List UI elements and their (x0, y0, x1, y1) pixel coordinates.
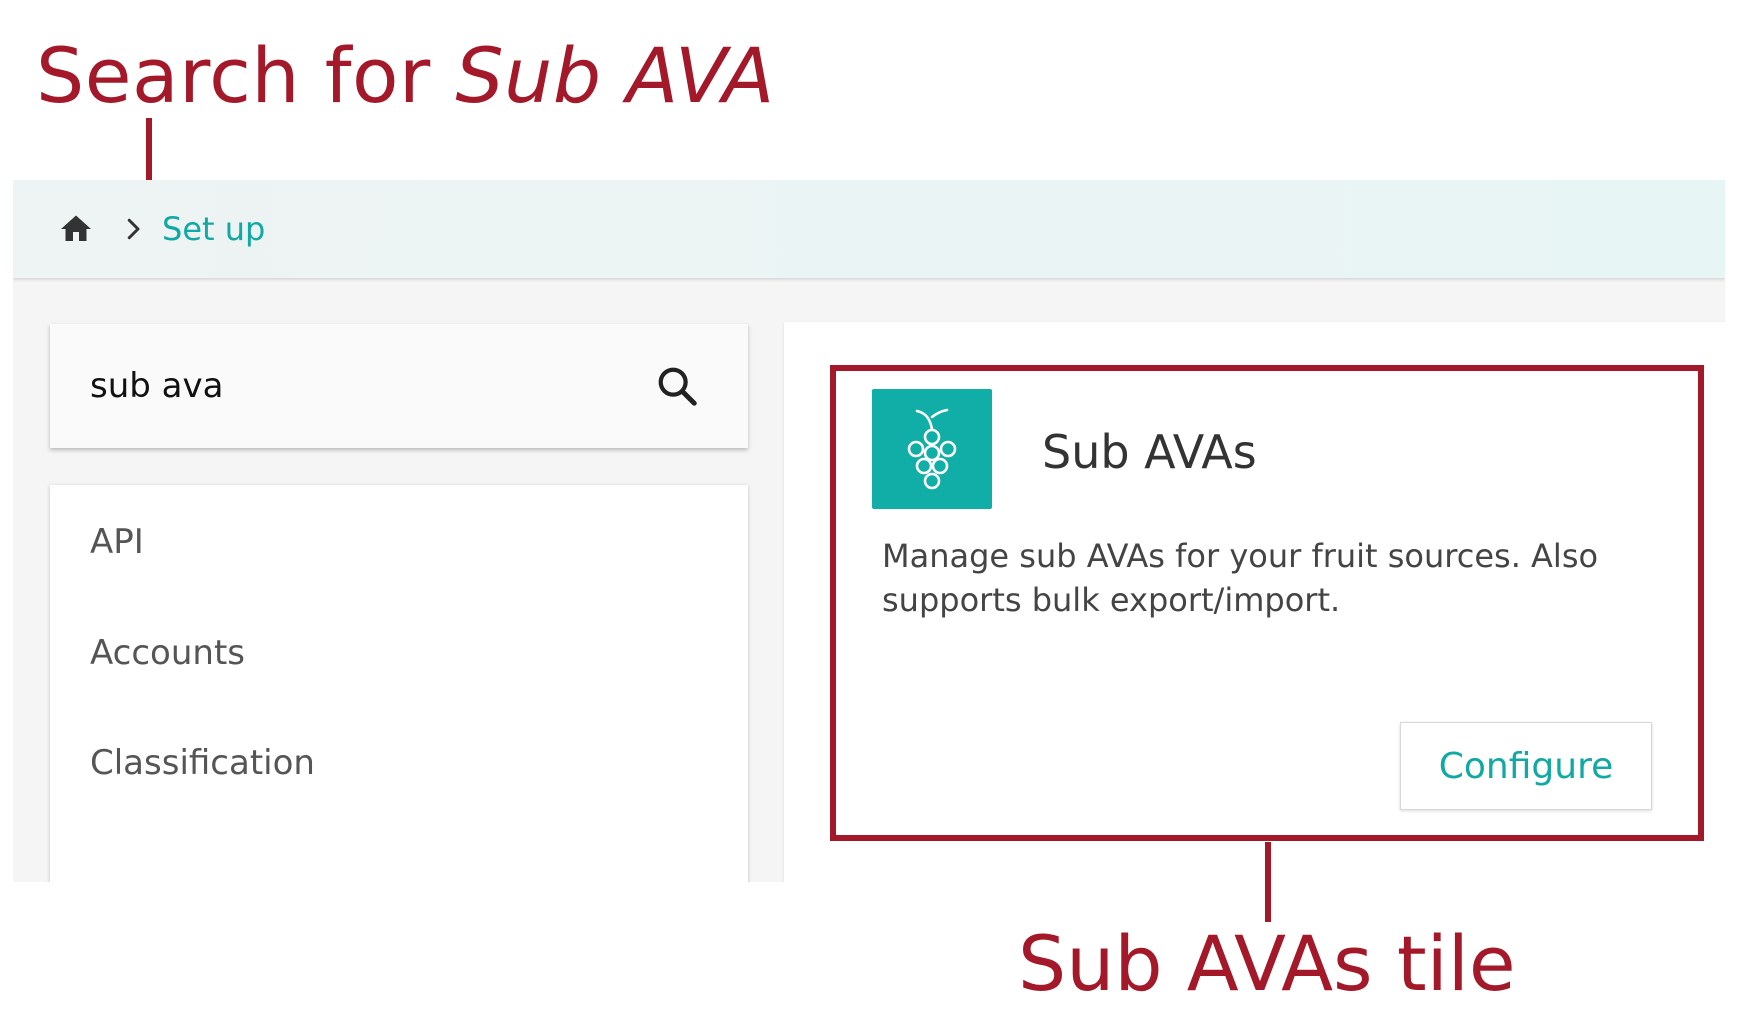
search-input[interactable]: sub ava (90, 366, 654, 406)
chevron-right-icon (118, 214, 148, 244)
annotation-highlight-tile (830, 365, 1704, 841)
setup-category-list: API Accounts Classification (50, 485, 748, 882)
breadcrumb: Set up (13, 180, 1725, 278)
breadcrumb-setup[interactable]: Set up (162, 210, 265, 248)
annotation-tile-label: Sub AVAs tile (1018, 919, 1516, 1008)
search-icon[interactable] (654, 363, 700, 409)
annotation-title-prefix: Search for (36, 31, 456, 120)
annotation-title-emphasis: Sub AVA (455, 31, 775, 120)
home-icon[interactable] (58, 211, 94, 247)
nav-item-accounts[interactable]: Accounts (90, 633, 245, 673)
search-box[interactable]: sub ava (50, 324, 748, 448)
annotation-title: Search for Sub AVA (36, 30, 775, 121)
nav-item-classification[interactable]: Classification (90, 743, 315, 783)
annotation-connector-tile (1265, 842, 1271, 922)
nav-item-api[interactable]: API (90, 522, 144, 562)
